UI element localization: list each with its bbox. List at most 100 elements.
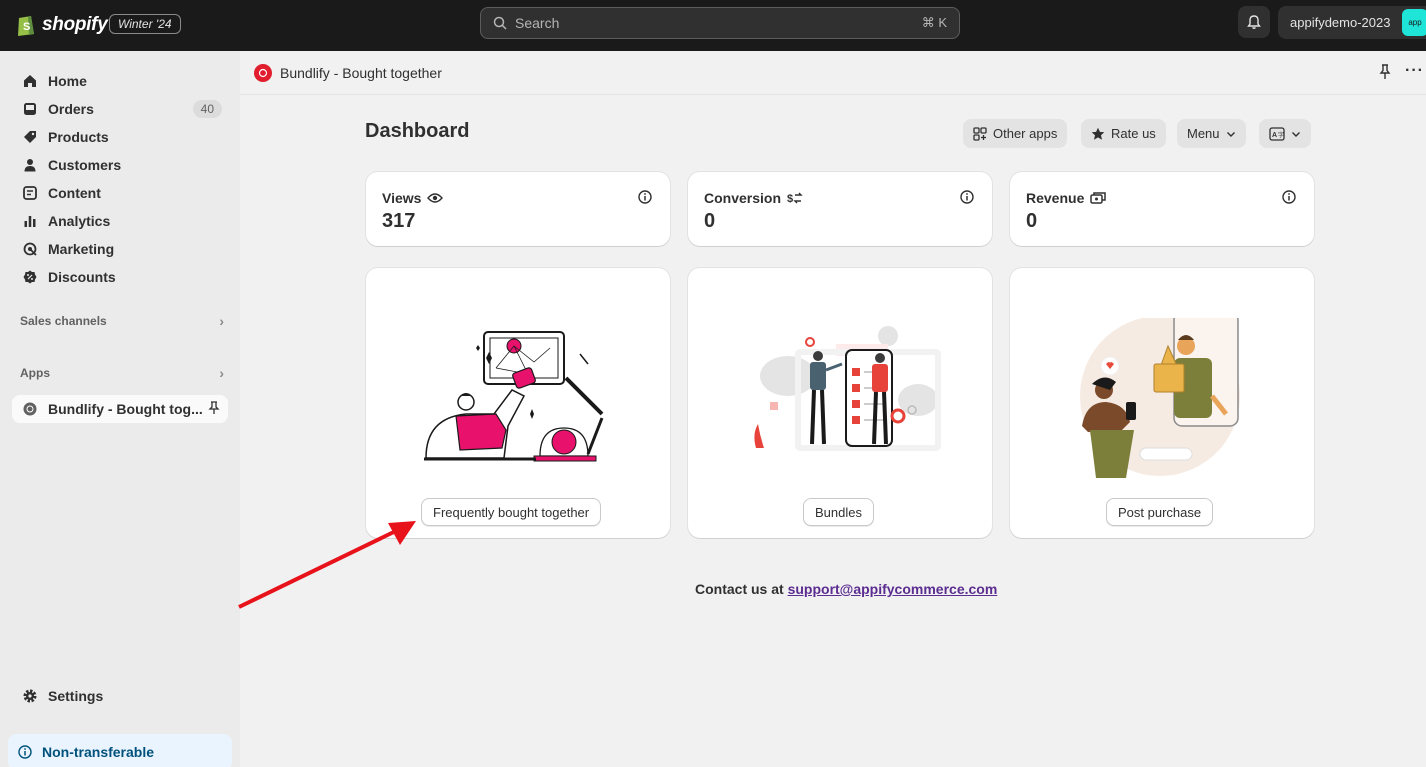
search-icon — [493, 16, 507, 30]
search-input[interactable]: Search ⌘ K — [480, 7, 960, 39]
tag-icon — [22, 129, 38, 145]
info-icon — [18, 745, 32, 759]
menu-button[interactable]: Menu — [1177, 119, 1246, 148]
stat-value: 0 — [1026, 210, 1038, 232]
chevron-right-icon: › — [219, 313, 224, 329]
stat-value: 0 — [704, 210, 716, 232]
more-actions-icon[interactable]: ··· — [1405, 62, 1424, 80]
sidebar-item-label: Settings — [48, 688, 104, 704]
shopify-logo[interactable]: S shopify — [16, 12, 108, 37]
other-apps-label: Other apps — [993, 126, 1058, 141]
sales-channels-section[interactable]: Sales channels › — [20, 313, 224, 329]
star-icon — [1091, 127, 1105, 140]
non-transferable-notice[interactable]: Non-transferable — [8, 734, 232, 767]
other-apps-button[interactable]: Other apps — [963, 119, 1068, 148]
sidebar-item-products[interactable]: Products — [12, 123, 228, 151]
rate-us-button[interactable]: Rate us — [1081, 119, 1166, 148]
language-button[interactable]: A 字 — [1259, 119, 1311, 148]
sidebar-item-marketing[interactable]: Marketing — [12, 235, 228, 263]
sidebar-item-label: Home — [48, 73, 87, 89]
bundles-illustration — [754, 326, 941, 451]
revenue-label-row: Revenue — [1026, 190, 1107, 206]
content-icon — [22, 185, 38, 201]
sidebar-item-discounts[interactable]: Discounts — [12, 263, 228, 291]
bar-chart-icon — [22, 213, 38, 229]
target-icon — [22, 241, 38, 257]
bundlify-app-icon — [22, 401, 38, 417]
person-icon — [22, 157, 38, 173]
sidebar-item-label: Customers — [48, 157, 122, 173]
post-purchase-button[interactable]: Post purchase — [1106, 498, 1214, 526]
translate-icon: A 字 — [1269, 126, 1285, 141]
sidebar-item-customers[interactable]: Customers — [12, 151, 228, 179]
bundles-button[interactable]: Bundles — [803, 498, 874, 526]
views-stat-card: Views 317 — [366, 172, 670, 246]
app-title: Bundlify - Bought together — [280, 64, 442, 81]
eye-icon — [427, 193, 444, 203]
shopify-bag-icon: S — [18, 16, 34, 36]
edition-badge: Winter '24 — [109, 14, 181, 34]
sidebar-item-label: Content — [48, 185, 101, 201]
info-icon[interactable] — [1282, 190, 1296, 207]
revenue-stat-card: Revenue 0 — [1010, 172, 1314, 246]
sidebar-item-home[interactable]: Home — [12, 67, 228, 95]
pin-icon[interactable] — [208, 401, 220, 418]
search-shortcut: ⌘ K — [921, 15, 947, 30]
apps-label: Apps — [20, 366, 50, 380]
info-icon[interactable] — [638, 190, 652, 207]
top-bar: S shopify Winter '24 Search ⌘ K appifyde… — [0, 0, 1426, 51]
post-purchase-illustration — [1080, 318, 1240, 478]
apps-grid-icon — [973, 126, 987, 141]
chevron-right-icon: › — [219, 365, 224, 381]
exchange-icon: $ — [787, 192, 803, 205]
bundles-card: Bundles — [688, 268, 992, 538]
notice-label: Non-transferable — [42, 744, 155, 760]
frequently-bought-together-card: Frequently bought together — [366, 268, 670, 538]
sidebar-item-orders[interactable]: Orders 40 — [12, 95, 228, 123]
chevron-down-icon — [1292, 131, 1300, 137]
sidebar-item-label: Analytics — [48, 213, 111, 229]
bell-icon — [1247, 15, 1261, 29]
sidebar-item-label: Discounts — [48, 269, 116, 285]
bundlify-logo-icon — [254, 63, 272, 82]
stat-value: 317 — [382, 210, 416, 232]
svg-text:A: A — [1272, 132, 1277, 139]
annotation-arrow — [238, 521, 416, 609]
search-placeholder: Search — [515, 15, 560, 31]
gear-icon — [22, 688, 38, 704]
page-title: Dashboard — [365, 120, 470, 142]
frequently-bought-together-button[interactable]: Frequently bought together — [421, 498, 602, 526]
info-icon[interactable] — [960, 190, 974, 207]
home-icon — [22, 73, 38, 89]
contact-line: Contact us at support@appifycommerce.com — [695, 581, 997, 597]
pin-icon[interactable] — [1378, 64, 1392, 83]
orders-count-badge: 40 — [192, 100, 222, 118]
menu-label: Menu — [1187, 126, 1220, 141]
post-purchase-card: Post purchase — [1010, 268, 1314, 538]
sales-channels-label: Sales channels — [20, 314, 107, 328]
support-email-link[interactable]: support@appifycommerce.com — [788, 581, 998, 597]
sidebar-item-bundlify[interactable]: Bundlify - Bought tog... — [12, 395, 228, 423]
rate-us-label: Rate us — [1111, 126, 1156, 141]
sidebar-item-content[interactable]: Content — [12, 179, 228, 207]
sidebar-item-label: Marketing — [48, 241, 115, 257]
sidebar-item-settings[interactable]: Settings — [12, 682, 228, 710]
views-label-row: Views — [382, 190, 444, 206]
cash-icon — [1090, 192, 1107, 204]
apps-section[interactable]: Apps › — [20, 365, 224, 381]
svg-text:$: $ — [787, 193, 793, 205]
svg-text:S: S — [23, 21, 30, 33]
store-name: appifydemo-2023 — [1290, 15, 1391, 30]
conversion-stat-card: Conversion $ 0 — [688, 172, 992, 246]
frequently-bought-illustration — [424, 331, 604, 462]
stat-label: Revenue — [1026, 190, 1085, 206]
app-header: Bundlify - Bought together — [240, 51, 1426, 95]
inbox-icon — [22, 101, 38, 117]
stat-label: Conversion — [704, 190, 782, 206]
sidebar-item-analytics[interactable]: Analytics — [12, 207, 228, 235]
store-avatar[interactable]: app — [1402, 9, 1426, 36]
brand-name: shopify — [42, 13, 108, 35]
notifications-button[interactable] — [1238, 6, 1270, 38]
discount-icon — [22, 269, 38, 285]
svg-text:字: 字 — [1278, 131, 1284, 139]
